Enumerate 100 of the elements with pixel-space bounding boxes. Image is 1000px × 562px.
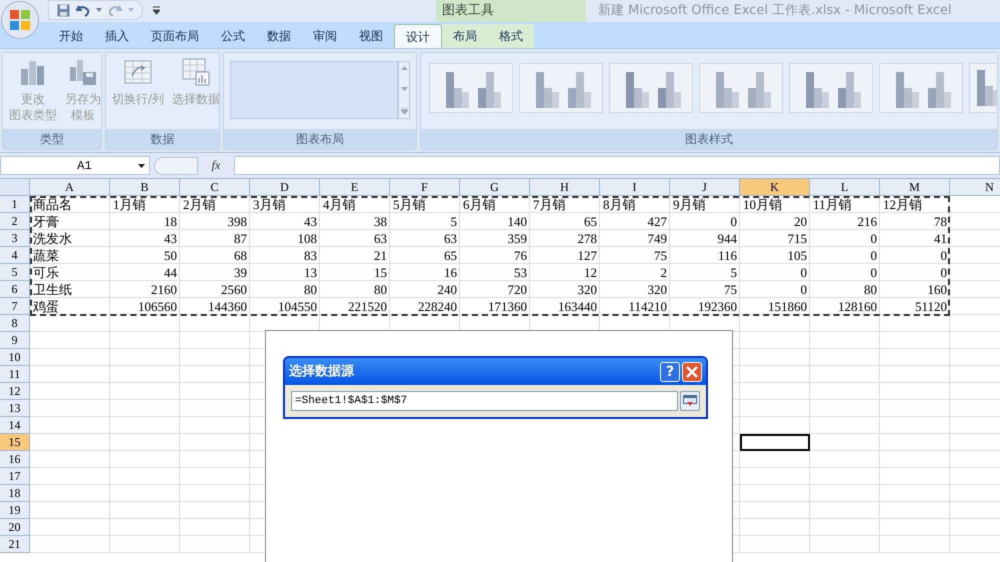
range-field[interactable]: =Sheet1!$A$1:$M$7: [291, 391, 678, 411]
table-cell-text: 鸡蛋: [32, 298, 60, 315]
column-header[interactable]: N: [950, 179, 1000, 196]
chart-style-option[interactable]: [879, 63, 963, 113]
table-cell-text: 38: [373, 213, 388, 230]
column-header[interactable]: C: [180, 179, 250, 196]
row-header[interactable]: 17: [0, 468, 30, 485]
table-cell-text: 116: [716, 247, 738, 264]
column-header[interactable]: E: [320, 179, 390, 196]
ribbon-tab[interactable]: 视图: [348, 24, 394, 48]
table-cell-text: 63: [443, 230, 458, 247]
column-header[interactable]: L: [810, 179, 880, 196]
ribbon-tab[interactable]: 公式: [210, 24, 256, 48]
table-cell-text: 1月销: [112, 196, 146, 213]
row-header[interactable]: 4: [0, 247, 30, 264]
column-header[interactable]: G: [460, 179, 530, 196]
table-cell-text: 80: [863, 281, 878, 298]
ribbon-tab[interactable]: 格式: [488, 24, 534, 48]
row-header[interactable]: 1: [0, 196, 30, 213]
row-header[interactable]: 16: [0, 451, 30, 468]
table-cell-text: 6月销: [462, 196, 496, 213]
row-header[interactable]: 11: [0, 366, 30, 383]
row-header[interactable]: 14: [0, 417, 30, 434]
table-cell-text: 87: [233, 230, 248, 247]
table-cell-text: 53: [513, 264, 528, 281]
name-box[interactable]: A1: [0, 156, 150, 175]
column-header[interactable]: D: [250, 179, 320, 196]
table-cell-text: 715: [786, 230, 808, 247]
row-header[interactable]: 8: [0, 315, 30, 332]
ribbon-tab[interactable]: 页面布局: [140, 24, 210, 48]
chart-style-option[interactable]: [429, 63, 513, 113]
help-button[interactable]: ?: [660, 362, 680, 382]
row-header[interactable]: 7: [0, 298, 30, 315]
table-cell-text: 2: [660, 264, 668, 281]
ribbon-tab[interactable]: 开始: [48, 24, 94, 48]
chart-style-option[interactable]: [969, 63, 997, 113]
table-cell-text: 108: [296, 230, 318, 247]
row-header[interactable]: 10: [0, 349, 30, 366]
save-icon[interactable]: [57, 4, 70, 16]
column-header[interactable]: A: [30, 179, 110, 196]
column-header[interactable]: B: [110, 179, 180, 196]
table-cell-text: 51120: [914, 298, 948, 315]
dialog-title: 选择数据源: [289, 362, 356, 381]
row-header[interactable]: 3: [0, 230, 30, 247]
dropdown-icon[interactable]: [96, 8, 102, 12]
undo-icon[interactable]: [76, 4, 90, 16]
expand-button[interactable]: [680, 391, 700, 411]
table-cell-text: 10月销: [742, 196, 783, 213]
table-cell-text: 63: [373, 230, 388, 247]
chart-style-option[interactable]: [609, 63, 693, 113]
gallery-scrollbar[interactable]: [398, 61, 410, 119]
table-cell-text: 0: [870, 230, 878, 247]
table-cell-text: 65: [443, 247, 458, 264]
column-header[interactable]: J: [670, 179, 740, 196]
context-group-label: 图表工具: [436, 0, 586, 22]
function-button[interactable]: fx: [202, 156, 230, 175]
resize-handle[interactable]: [154, 156, 198, 174]
chart-style-option[interactable]: [519, 63, 603, 113]
ribbon-tab[interactable]: 设计: [394, 24, 442, 48]
column-header[interactable]: K: [740, 179, 810, 196]
column-header[interactable]: I: [600, 179, 670, 196]
chart-area[interactable]: 选择数据源 ? =Sheet1!$A$1:$M$7: [265, 330, 733, 562]
table-cell-text: 5月销: [392, 196, 426, 213]
redo-icon[interactable]: [108, 4, 122, 16]
select-all-corner[interactable]: [0, 179, 30, 196]
table-cell-text: 2560: [220, 281, 248, 298]
table-cell-text: 0: [940, 264, 948, 281]
active-cell[interactable]: [740, 434, 810, 451]
row-header[interactable]: 13: [0, 400, 30, 417]
column-header[interactable]: H: [530, 179, 600, 196]
table-cell-text: 75: [723, 281, 738, 298]
table-cell-text: 18: [163, 213, 178, 230]
row-header[interactable]: 12: [0, 383, 30, 400]
column-header[interactable]: F: [390, 179, 460, 196]
chart-style-option[interactable]: [699, 63, 783, 113]
row-header[interactable]: 20: [0, 519, 30, 536]
table-cell-text: 13: [303, 264, 318, 281]
row-header[interactable]: 21: [0, 536, 30, 553]
close-button[interactable]: [682, 362, 702, 382]
row-header[interactable]: 6: [0, 281, 30, 298]
chart-style-option[interactable]: [789, 63, 873, 113]
row-header[interactable]: 18: [0, 485, 30, 502]
table-cell-text: 171360: [487, 298, 528, 315]
table-cell-text: 0: [800, 281, 808, 298]
ribbon-tab[interactable]: 布局: [442, 24, 488, 48]
row-header[interactable]: 19: [0, 502, 30, 519]
row-header[interactable]: 9: [0, 332, 30, 349]
column-header[interactable]: M: [880, 179, 950, 196]
customize-icon[interactable]: [153, 6, 160, 15]
table-cell-text: 228240: [417, 298, 458, 315]
row-header[interactable]: 15: [0, 434, 30, 451]
ribbon-tab[interactable]: 插入: [94, 24, 140, 48]
row-header[interactable]: 2: [0, 213, 30, 230]
formula-field[interactable]: [234, 156, 1000, 175]
more-icon: [400, 108, 408, 114]
ribbon-tab[interactable]: 审阅: [302, 24, 348, 48]
row-header[interactable]: 5: [0, 264, 30, 281]
dropdown-icon[interactable]: [128, 8, 134, 12]
group-label: 图表布局: [224, 129, 416, 149]
ribbon-tab[interactable]: 数据: [256, 24, 302, 48]
